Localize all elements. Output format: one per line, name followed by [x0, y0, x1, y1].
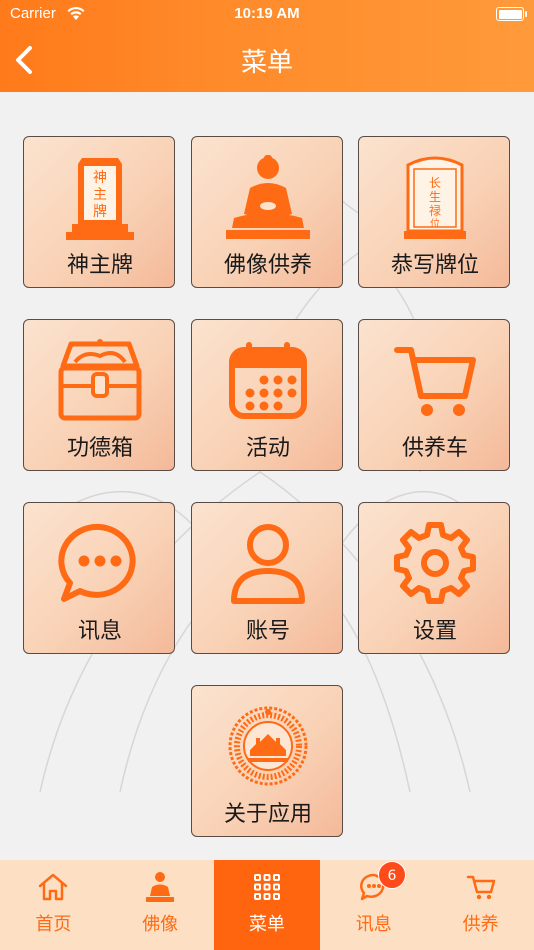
menu-tile-label: 供养车	[401, 436, 468, 461]
menu-tile-label: 活动	[245, 436, 290, 461]
menu-tile-label: 账号	[245, 619, 290, 644]
tab-label: 供养	[462, 914, 499, 935]
longevity-tablet-icon: 长 生 禄 位	[359, 149, 511, 245]
tab-label: 佛像	[142, 914, 179, 935]
tablet-char-3: 牌	[93, 203, 107, 220]
menu-tile-label: 关于应用	[223, 802, 312, 827]
ancestral-tablet-icon: 神 主 牌	[24, 149, 176, 245]
page-title: 菜单	[240, 48, 293, 78]
cart-icon	[427, 870, 534, 904]
tab-buddha[interactable]: 佛像	[107, 860, 214, 950]
menu-tile-ancestral-tablet[interactable]: 神 主 牌 神主牌	[23, 136, 175, 288]
header-bar: Carrier 10:19 AM 菜单	[0, 0, 534, 92]
menu-tile-settings[interactable]: 设置	[358, 502, 510, 654]
message-count-badge: 6	[378, 861, 406, 889]
menu-tile-label: 神主牌	[66, 253, 133, 278]
treasure-chest-icon	[24, 332, 176, 428]
buddha-statue-icon	[192, 149, 344, 245]
status-bar: Carrier 10:19 AM	[0, 0, 534, 28]
clock: 10:19 AM	[234, 5, 300, 22]
chat-bubble-icon	[24, 515, 176, 611]
menu-tile-about-app[interactable]: 关于应用	[191, 685, 343, 837]
tablet-char-2: 主	[93, 187, 107, 203]
menu-tile-account[interactable]: 账号	[191, 502, 343, 654]
society-logo-icon	[192, 698, 344, 794]
menu-tile-label: 功德箱	[66, 436, 133, 461]
chat-icon	[320, 870, 427, 904]
user-icon	[192, 515, 344, 611]
shopping-cart-icon	[359, 332, 511, 428]
gear-icon	[359, 515, 511, 611]
tablet-char-sheng: 生	[429, 190, 441, 204]
battery-icon	[496, 7, 527, 21]
calendar-icon	[192, 332, 344, 428]
tab-messages[interactable]: 讯息	[320, 860, 427, 950]
menu-tile-activities[interactable]: 活动	[191, 319, 343, 471]
tab-label: 菜单	[248, 914, 285, 935]
menu-tile-label: 佛像供养	[223, 253, 312, 278]
tab-bar: 首页 佛像 菜单 讯息 供养	[0, 860, 534, 950]
tablet-char-lu: 禄	[429, 203, 441, 218]
tab-menu[interactable]: 菜单	[213, 860, 321, 950]
menu-tile-label: 设置	[412, 619, 457, 644]
tablet-char-chang: 长	[429, 176, 441, 190]
tab-label: 首页	[35, 914, 72, 935]
buddha-icon	[107, 870, 214, 904]
menu-tile-buddha-offering[interactable]: 佛像供养	[191, 136, 343, 288]
menu-tile-merit-box[interactable]: 功德箱	[23, 319, 175, 471]
menu-tile-label: 讯息	[77, 619, 122, 644]
menu-tile-messages[interactable]: 讯息	[23, 502, 175, 654]
tab-label: 讯息	[355, 914, 392, 935]
grid-icon	[214, 870, 321, 904]
menu-tile-offering-cart[interactable]: 供养车	[358, 319, 510, 471]
tablet-char-1: 神	[93, 170, 107, 186]
tab-home[interactable]: 首页	[0, 860, 107, 950]
tablet-char-wei: 位	[430, 217, 440, 230]
tab-offering[interactable]: 供养	[427, 860, 534, 950]
home-icon	[0, 870, 107, 904]
menu-tile-label: 恭写牌位	[390, 253, 479, 278]
navigation-bar: 菜单	[0, 28, 534, 92]
menu-tile-longevity-tablet[interactable]: 长 生 禄 位 恭写牌位	[358, 136, 510, 288]
